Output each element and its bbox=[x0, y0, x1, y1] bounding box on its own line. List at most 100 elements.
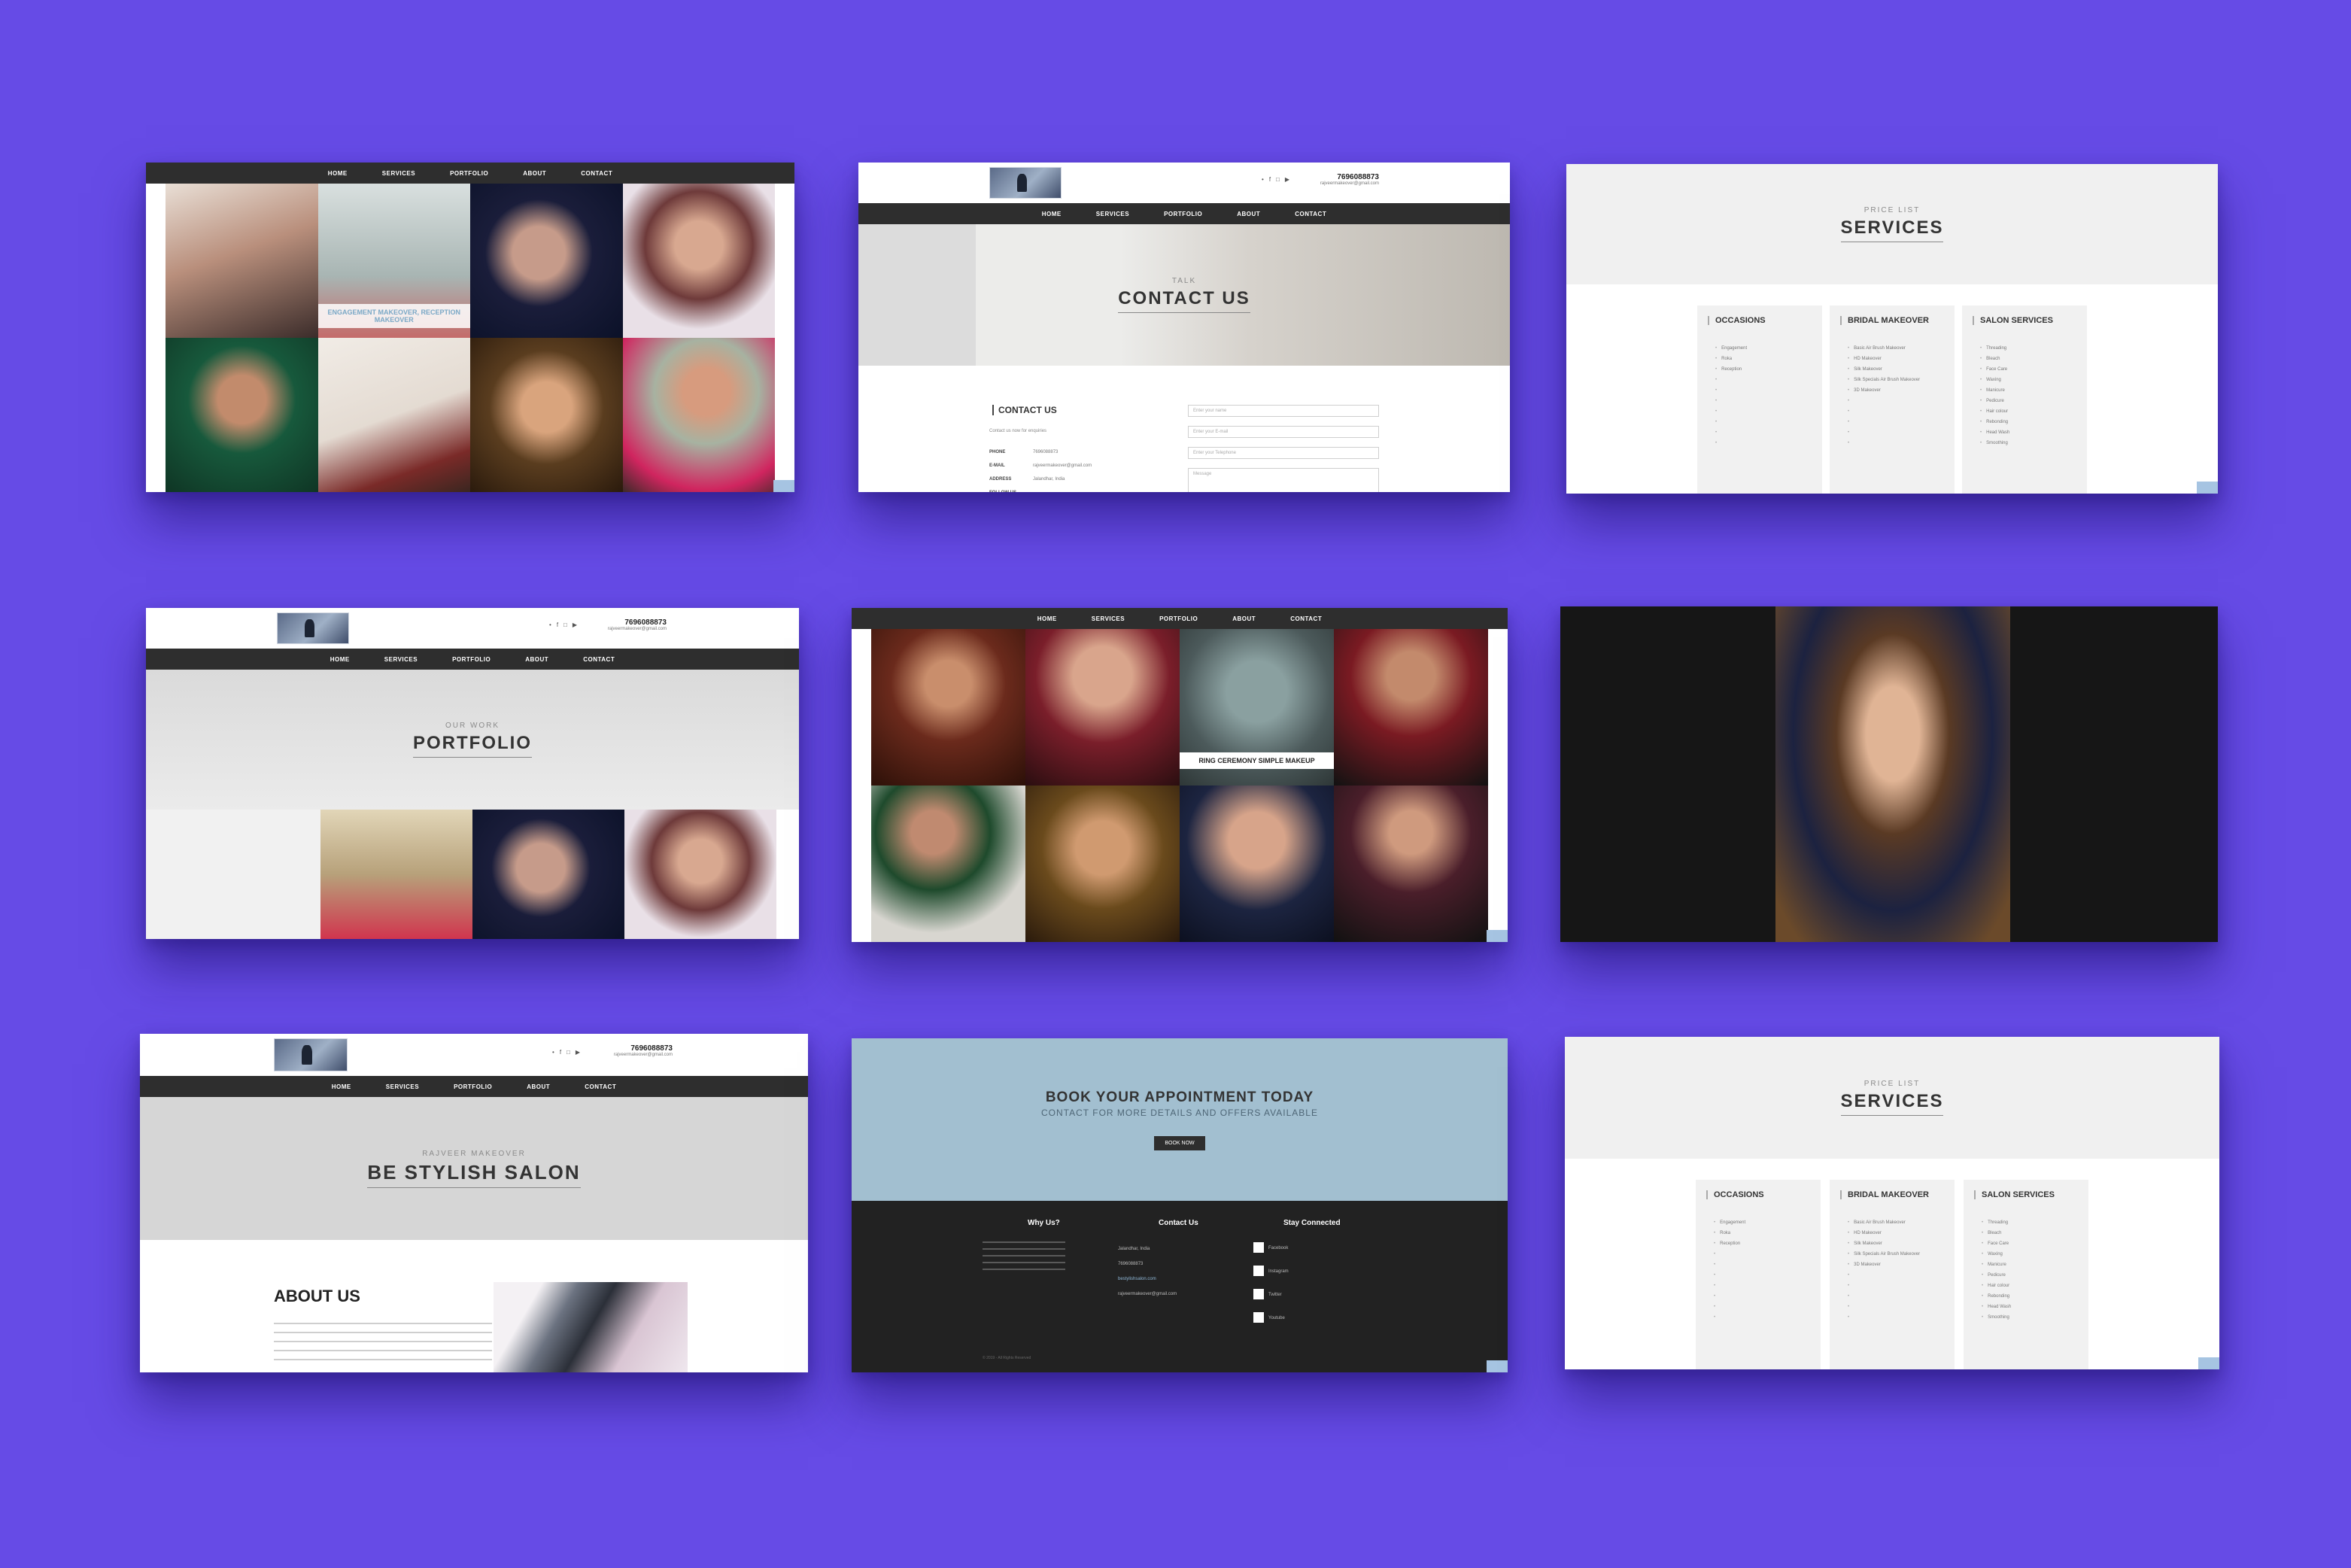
nav-about[interactable]: ABOUT bbox=[527, 1083, 550, 1090]
youtube-icon[interactable]: ▶ bbox=[1285, 176, 1289, 183]
facebook-icon[interactable]: f bbox=[1269, 176, 1271, 183]
nav-services[interactable]: SERVICES bbox=[382, 170, 415, 177]
facebook-icon[interactable]: f bbox=[560, 1049, 561, 1056]
nav-services[interactable]: SERVICES bbox=[1092, 615, 1125, 622]
portfolio-photo[interactable]: ENGAGEMENT MAKEOVER, RECEPTION MAKEOVER bbox=[317, 184, 470, 338]
portfolio-photo[interactable] bbox=[317, 338, 470, 492]
nav-contact[interactable]: CONTACT bbox=[1290, 615, 1322, 622]
nav-portfolio[interactable]: PORTFOLIO bbox=[450, 170, 488, 177]
service-item: Head Wash bbox=[1980, 427, 2087, 438]
nav-portfolio[interactable]: PORTFOLIO bbox=[452, 656, 491, 663]
contact-intro: Contact us now for enquiries bbox=[989, 429, 1047, 433]
portfolio-photo[interactable] bbox=[1180, 786, 1334, 942]
twitter-icon[interactable]: • bbox=[549, 621, 551, 628]
nav-home[interactable]: HOME bbox=[328, 170, 348, 177]
gallery-page-tile-2: HOME SERVICES PORTFOLIO ABOUT CONTACT RI… bbox=[852, 608, 1508, 942]
nav-portfolio[interactable]: PORTFOLIO bbox=[454, 1083, 492, 1090]
service-item: Engagement bbox=[1715, 343, 1822, 354]
nav-services[interactable]: SERVICES bbox=[1096, 211, 1129, 217]
service-item: Hair colour bbox=[1982, 1281, 2088, 1291]
site-logo[interactable] bbox=[274, 1038, 348, 1071]
footer-email[interactable]: rajveermakeover@gmail.com bbox=[1118, 1287, 1177, 1302]
booking-band: BOOK YOUR APPOINTMENT TODAY CONTACT FOR … bbox=[852, 1038, 1508, 1201]
nav-contact[interactable]: CONTACT bbox=[585, 1083, 616, 1090]
nav-about[interactable]: ABOUT bbox=[1232, 615, 1256, 622]
nav-home[interactable]: HOME bbox=[332, 1083, 351, 1090]
scroll-top-button[interactable] bbox=[1487, 930, 1508, 942]
nav-services[interactable]: SERVICES bbox=[384, 656, 418, 663]
service-item: Pedicure bbox=[1982, 1270, 2088, 1281]
portfolio-photo[interactable] bbox=[166, 184, 318, 338]
footer-youtube[interactable]: Youtube bbox=[1253, 1307, 1289, 1330]
instagram-icon[interactable]: □ bbox=[566, 1049, 570, 1056]
next-arrow-icon[interactable] bbox=[2180, 764, 2195, 786]
service-list: Basic Air Brush MakeoverHD MakeoverSilk … bbox=[1848, 1217, 1955, 1323]
instagram-icon[interactable]: □ bbox=[563, 621, 567, 628]
nav-portfolio[interactable]: PORTFOLIO bbox=[1159, 615, 1198, 622]
message-textarea[interactable]: Message bbox=[1188, 468, 1379, 492]
portfolio-photo[interactable]: RING CEREMONY SIMPLE MAKEUP bbox=[1180, 629, 1334, 786]
portfolio-photo[interactable] bbox=[1025, 786, 1180, 942]
twitter-icon[interactable]: • bbox=[552, 1049, 554, 1056]
facebook-icon[interactable]: f bbox=[557, 621, 558, 628]
nav-about[interactable]: ABOUT bbox=[1237, 211, 1260, 217]
header-phone: 7696088873 bbox=[630, 1044, 673, 1053]
scroll-top-button[interactable] bbox=[2198, 1357, 2219, 1369]
nav-about[interactable]: ABOUT bbox=[525, 656, 548, 663]
makeup-palette-image bbox=[494, 1282, 688, 1372]
footer-website[interactable]: bestylishsalon.com bbox=[1118, 1272, 1177, 1287]
email-input[interactable]: Enter your E-mail bbox=[1188, 426, 1379, 438]
portfolio-photo[interactable] bbox=[470, 184, 623, 338]
site-logo[interactable] bbox=[277, 612, 349, 644]
portfolio-photo[interactable] bbox=[470, 338, 623, 492]
why-us-title: Why Us? bbox=[1028, 1219, 1060, 1227]
youtube-icon[interactable]: ▶ bbox=[573, 621, 577, 628]
twitter-icon[interactable]: • bbox=[1262, 176, 1264, 183]
scroll-top-button[interactable] bbox=[2197, 482, 2218, 494]
footer-instagram[interactable]: Instagram bbox=[1253, 1260, 1289, 1284]
scroll-top-button[interactable] bbox=[1487, 1360, 1508, 1372]
portfolio-photo[interactable] bbox=[622, 338, 775, 492]
nav-contact[interactable]: CONTACT bbox=[1295, 211, 1326, 217]
portfolio-photo[interactable] bbox=[1025, 629, 1180, 786]
nav-about[interactable]: ABOUT bbox=[523, 170, 546, 177]
service-item: Silk Specials Air Brush Makeover bbox=[1848, 1249, 1955, 1260]
service-item bbox=[1715, 417, 1822, 427]
portfolio-photo[interactable] bbox=[1334, 629, 1488, 786]
footer-twitter[interactable]: Twitter bbox=[1253, 1284, 1289, 1307]
portfolio-photo[interactable] bbox=[1334, 786, 1488, 942]
youtube-icon[interactable]: ▶ bbox=[576, 1049, 580, 1056]
portfolio-photo[interactable] bbox=[624, 810, 776, 939]
prev-arrow-icon[interactable] bbox=[1583, 764, 1598, 786]
scroll-top-button[interactable] bbox=[773, 480, 794, 492]
portfolio-photo[interactable] bbox=[871, 629, 1025, 786]
service-item bbox=[1715, 396, 1822, 406]
book-now-button[interactable]: BOOK NOW bbox=[1154, 1135, 1205, 1150]
nav-contact[interactable]: CONTACT bbox=[581, 170, 612, 177]
nav-home[interactable]: HOME bbox=[1037, 615, 1057, 622]
facebook-icon bbox=[1253, 1242, 1264, 1253]
banner-eyebrow: PRICE LIST bbox=[1863, 1080, 1921, 1088]
nav-contact[interactable]: CONTACT bbox=[583, 656, 615, 663]
portfolio-photo[interactable] bbox=[166, 338, 318, 492]
nav-home[interactable]: HOME bbox=[1042, 211, 1062, 217]
banner-eyebrow: TALK bbox=[1171, 277, 1197, 285]
nav-services[interactable]: SERVICES bbox=[386, 1083, 419, 1090]
portfolio-photo[interactable] bbox=[871, 786, 1025, 942]
service-item: Face Care bbox=[1982, 1238, 2088, 1249]
service-item bbox=[1848, 1302, 1955, 1312]
telephone-input[interactable]: Enter your Telephone bbox=[1188, 447, 1379, 459]
footer-facebook[interactable]: Facebook bbox=[1253, 1237, 1289, 1260]
portfolio-photo[interactable] bbox=[622, 184, 775, 338]
nav-portfolio[interactable]: PORTFOLIO bbox=[1164, 211, 1202, 217]
site-logo[interactable] bbox=[989, 167, 1062, 199]
service-item bbox=[1848, 1281, 1955, 1291]
nav-home[interactable]: HOME bbox=[330, 656, 350, 663]
lightbox-photo[interactable] bbox=[1775, 606, 2010, 942]
portfolio-photo[interactable] bbox=[472, 810, 624, 939]
portfolio-page-tile: • f □ ▶ 7696088873 rajveermakeover@gmail.co… bbox=[146, 608, 799, 939]
name-input[interactable]: Enter your name bbox=[1188, 405, 1379, 417]
instagram-icon[interactable]: □ bbox=[1276, 176, 1280, 183]
portfolio-photo[interactable] bbox=[320, 810, 472, 939]
bridal-makeover-column: BRIDAL MAKEOVER Basic Air Brush Makeover… bbox=[1830, 1180, 1955, 1369]
